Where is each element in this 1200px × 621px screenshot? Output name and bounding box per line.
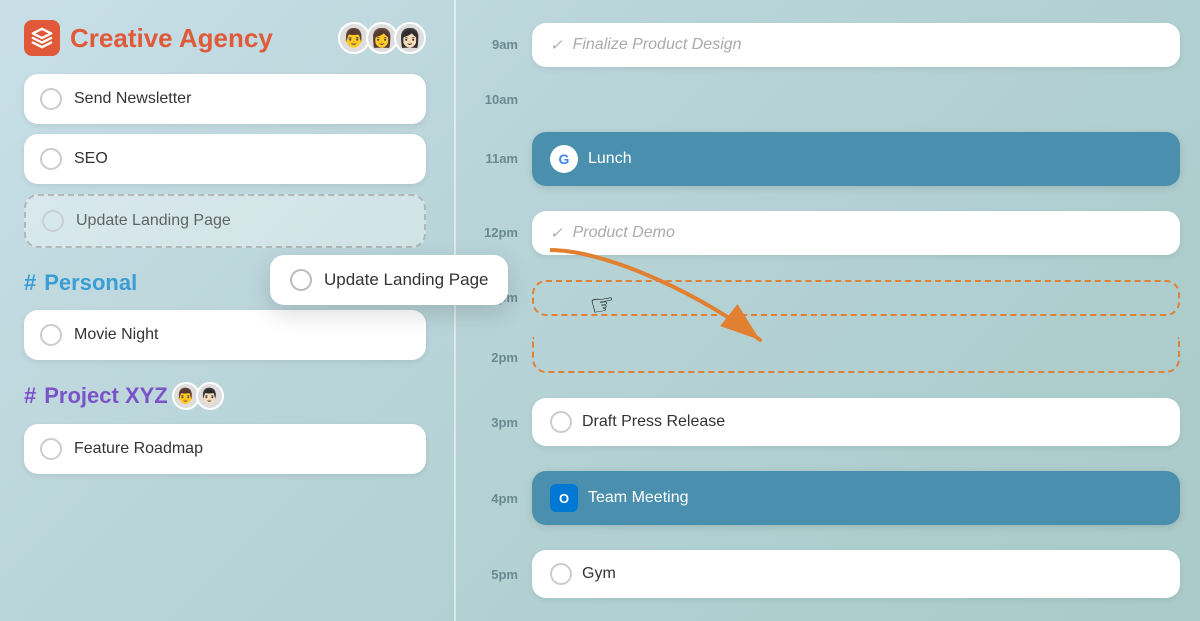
task-update-landing-placeholder: Update Landing Page <box>24 194 426 248</box>
event-label: Gym <box>582 565 616 583</box>
project-xyz-title: Project XYZ <box>44 383 167 409</box>
timeline-row-12pm: 12pm ✓ Product Demo <box>480 211 1180 255</box>
right-panel: 9am ✓ Finalize Product Design 10am 11am … <box>460 0 1200 621</box>
checkbox-feature-roadmap[interactable] <box>40 438 62 460</box>
floating-task[interactable]: Update Landing Page <box>270 255 508 305</box>
event-team-meeting[interactable]: O Team Meeting <box>532 471 1180 525</box>
cursor-pointer: ☞ <box>587 286 617 323</box>
task-label: Update Landing Page <box>76 212 231 230</box>
project-xyz-avatars: 👨 👨🏻 <box>176 382 224 410</box>
task-label: Send Newsletter <box>74 90 191 108</box>
event-label: Team Meeting <box>588 489 689 507</box>
checkmark-icon: ✓ <box>550 36 563 54</box>
cal-checkbox-gym[interactable] <box>550 563 572 585</box>
project-icon <box>24 20 60 56</box>
task-seo[interactable]: SEO <box>24 134 426 184</box>
time-12pm: 12pm <box>480 225 518 240</box>
checkbox-seo[interactable] <box>40 148 62 170</box>
timeline-row-2pm: 2pm <box>480 341 1180 373</box>
project-header: Creative Agency 👨 👩 👩🏻 <box>24 20 426 56</box>
event-label: Product Demo <box>573 224 675 242</box>
task-movie-night[interactable]: Movie Night <box>24 310 426 360</box>
task-send-newsletter[interactable]: Send Newsletter <box>24 74 426 124</box>
floating-task-label: Update Landing Page <box>324 270 488 290</box>
google-icon: G <box>550 145 578 173</box>
cal-checkbox-draft[interactable] <box>550 411 572 433</box>
event-label: Finalize Product Design <box>573 36 742 54</box>
personal-section-title: Personal <box>44 270 137 296</box>
time-9am: 9am <box>480 37 518 52</box>
task-feature-roadmap[interactable]: Feature Roadmap <box>24 424 426 474</box>
hash-personal-icon: # <box>24 270 36 296</box>
event-label: Draft Press Release <box>582 413 725 431</box>
event-product-demo[interactable]: ✓ Product Demo <box>532 211 1180 255</box>
avatar-3: 👩🏻 <box>394 22 426 54</box>
time-2pm: 2pm <box>480 350 518 365</box>
project-xyz-section-header: # Project XYZ 👨 👨🏻 <box>24 382 426 410</box>
timeline-row-4pm: 4pm O Team Meeting <box>480 471 1180 525</box>
event-gym[interactable]: Gym <box>532 550 1180 598</box>
floating-checkbox <box>290 269 312 291</box>
time-5pm: 5pm <box>480 567 518 582</box>
project-avatars: 👨 👩 👩🏻 <box>342 22 426 54</box>
project-title: Creative Agency <box>70 23 332 54</box>
drop-zone-1pm[interactable] <box>532 280 1180 316</box>
timeline-row-1pm: 1pm <box>480 280 1180 316</box>
event-lunch[interactable]: G Lunch <box>532 132 1180 186</box>
checkmark-icon: ✓ <box>550 224 563 242</box>
panel-divider <box>454 0 456 621</box>
checkbox-movie-night[interactable] <box>40 324 62 346</box>
timeline-row-3pm: 3pm Draft Press Release <box>480 398 1180 446</box>
outlook-icon: O <box>550 484 578 512</box>
drop-zone-2pm[interactable] <box>532 337 1180 373</box>
checkbox-update-landing <box>42 210 64 232</box>
task-label: Movie Night <box>74 326 158 344</box>
left-panel: Creative Agency 👨 👩 👩🏻 Send Newsletter S… <box>0 0 450 621</box>
task-label: Feature Roadmap <box>74 440 203 458</box>
time-3pm: 3pm <box>480 415 518 430</box>
task-label: SEO <box>74 150 108 168</box>
hash-project-icon: # <box>24 383 36 409</box>
time-4pm: 4pm <box>480 491 518 506</box>
avatar-xyz-2: 👨🏻 <box>196 382 224 410</box>
checkbox-send-newsletter[interactable] <box>40 88 62 110</box>
event-label: Lunch <box>588 150 632 168</box>
timeline-row-9am: 9am ✓ Finalize Product Design <box>480 23 1180 67</box>
time-10am: 10am <box>480 92 518 107</box>
timeline-row-5pm: 5pm Gym <box>480 550 1180 598</box>
timeline-row-10am: 10am <box>480 92 1180 107</box>
event-draft-press-release[interactable]: Draft Press Release <box>532 398 1180 446</box>
event-finalize-product-design[interactable]: ✓ Finalize Product Design <box>532 23 1180 67</box>
time-11am: 11am <box>480 151 518 166</box>
timeline-row-11am: 11am G Lunch <box>480 132 1180 186</box>
timeline: 9am ✓ Finalize Product Design 10am 11am … <box>480 10 1180 611</box>
